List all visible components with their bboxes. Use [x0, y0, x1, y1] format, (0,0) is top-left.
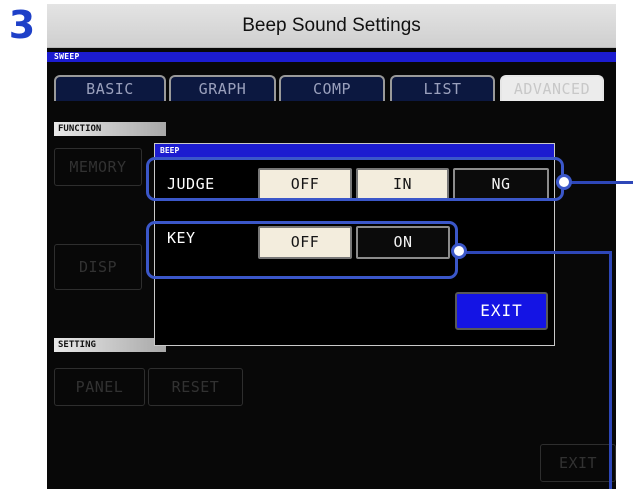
tab-comp[interactable]: COMP: [279, 75, 385, 101]
tab-graph[interactable]: GRAPH: [169, 75, 276, 101]
key-callout-line-horizontal: [465, 251, 612, 254]
key-callout-frame: [146, 221, 458, 279]
disp-button[interactable]: DISP: [54, 244, 142, 290]
tab-basic[interactable]: BASIC: [54, 75, 166, 101]
judge-callout-dot: [556, 174, 572, 190]
screen-header: SWEEP: [47, 52, 616, 62]
dialog-exit-button[interactable]: EXIT: [455, 292, 548, 330]
judge-callout-frame: [146, 157, 564, 201]
function-section-label: FUNCTION: [54, 122, 166, 136]
page-title-banner: Beep Sound Settings: [47, 4, 616, 48]
setting-section-label: SETTING: [54, 338, 166, 352]
key-callout-dot: [451, 243, 467, 259]
panel-button[interactable]: PANEL: [54, 368, 145, 406]
judge-callout-line: [571, 181, 633, 184]
reset-button[interactable]: RESET: [148, 368, 243, 406]
exit-button-background[interactable]: EXIT: [540, 444, 616, 482]
dialog-title: BEEP: [155, 144, 554, 157]
tab-list[interactable]: LIST: [390, 75, 495, 101]
step-number: 3: [8, 3, 36, 47]
key-callout-line-vertical: [609, 251, 612, 489]
tab-advanced[interactable]: ADVANCED: [500, 75, 604, 101]
memory-button[interactable]: MEMORY: [54, 148, 142, 186]
